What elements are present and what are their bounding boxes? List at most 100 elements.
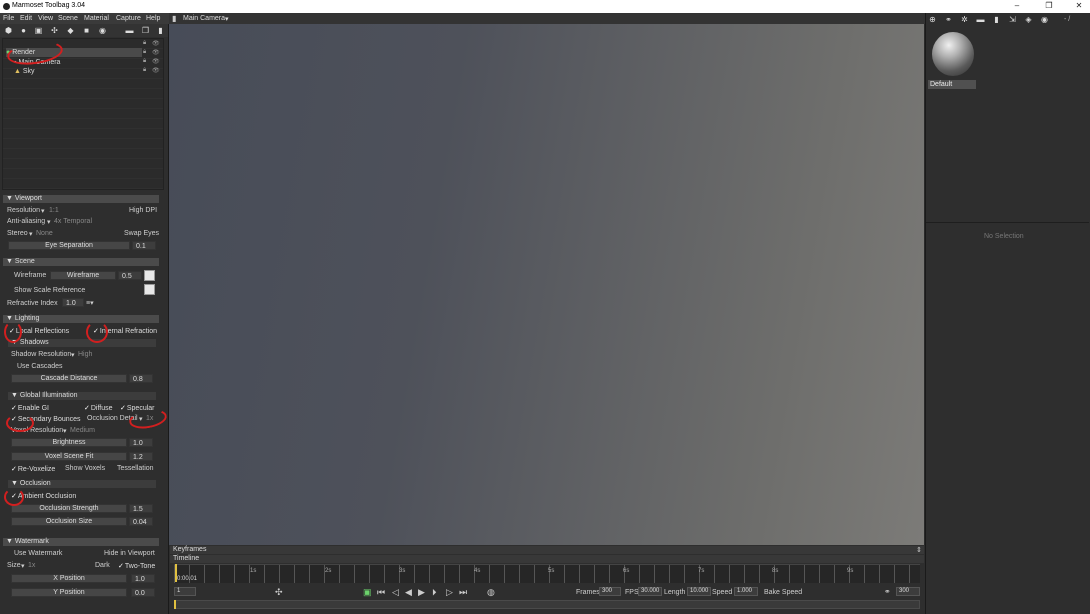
y-position-value[interactable]: 0.0 [131,588,155,597]
play-forward-icon[interactable]: ⏵ [432,587,437,598]
lock-icon[interactable]: 🔒︎ [143,40,146,47]
voxel-resolution-dropdown-icon[interactable]: ▾ [63,427,67,435]
visibility-icon[interactable]: 👁︎ [152,49,160,56]
subsection-shadows[interactable]: ▼ Shadows [8,339,156,347]
voxel-scene-fit-value[interactable]: 1.2 [129,452,153,461]
frame-field[interactable]: 1 [174,587,196,596]
trash-icon[interactable]: ▮ [156,26,165,35]
visibility-icon[interactable]: 👁︎ [152,40,160,47]
section-lighting[interactable]: ▼ Lighting [3,315,159,323]
menu-help[interactable]: Help [146,15,160,22]
x-position-slider[interactable]: X Position [11,574,127,583]
play-icon[interactable]: ▶ [418,587,425,598]
brightness-value[interactable]: 1.0 [129,438,153,447]
add-object-icon[interactable]: ⬢ [4,26,13,35]
wireframe-color-swatch[interactable] [144,270,155,281]
voxel-scene-fit-slider[interactable]: Voxel Scene Fit [11,452,127,461]
lock-icon[interactable]: 🔒︎ [143,67,146,74]
antialias-value[interactable]: 4x Temporal [54,218,92,225]
menu-edit[interactable]: Edit [20,15,32,22]
dark-checkbox[interactable]: Dark [95,562,110,569]
show-scale-checkbox[interactable]: Show Scale Reference [14,287,85,294]
camera-selector[interactable]: Main Camera [183,15,225,22]
use-cascades-checkbox[interactable]: Use Cascades [17,363,63,370]
merge-material-icon[interactable]: ✲ [960,15,969,24]
3d-viewport[interactable] [169,24,924,545]
section-scene[interactable]: ▼ Scene [3,258,159,266]
fog-icon[interactable]: ■ [82,26,91,35]
minimize-icon[interactable]: – [1010,1,1024,10]
lock-icon[interactable]: 🔒︎ [143,58,146,65]
subsection-global-illumination[interactable]: ▼ Global Illumination [8,392,156,400]
tessellation-checkbox[interactable]: Tessellation [117,465,154,472]
edit-material-icon[interactable]: ◉ [1040,15,1049,24]
skip-end-icon[interactable]: ⏭ [459,587,467,598]
resolution-dropdown-icon[interactable]: ▾ [41,207,45,215]
tree-item-sky[interactable]: ▲ Sky [14,67,142,76]
assign-material-icon[interactable]: ⇲ [1008,15,1017,24]
stereo-dropdown-icon[interactable]: ▾ [29,230,33,238]
diffuse-checkbox[interactable]: ✓Diffuse [84,404,113,412]
camera-menu-icon[interactable]: ▮ [172,14,176,23]
size-dropdown-icon[interactable]: ▾ [21,562,25,570]
add-material-icon[interactable]: ⊕ [928,15,937,24]
skip-start-icon[interactable]: ⏮ [377,587,385,598]
shadow-resolution-value[interactable]: High [78,351,92,358]
occlusion-size-value[interactable]: 0.04 [129,517,153,526]
camera-icon[interactable]: ▣ [34,26,43,35]
wireframe-checkbox[interactable]: Wireframe [14,272,46,279]
trash-icon[interactable]: ▮ [992,15,1001,24]
shadow-catcher-icon[interactable]: ◆ [66,26,75,35]
timeline-bar[interactable]: Timeline [170,555,924,563]
length-field[interactable]: 10.000 [687,587,711,596]
link-icon[interactable]: ⚭ [884,587,891,596]
expand-icon[interactable]: ⇕ [916,546,922,554]
occlusion-size-slider[interactable]: Occlusion Size [11,517,127,526]
antialias-dropdown-icon[interactable]: ▾ [47,218,51,226]
two-tone-checkbox[interactable]: ✓Two-Tone [118,562,155,570]
frames-field[interactable]: 300 [599,587,621,596]
lock-icon[interactable]: 🔒︎ [143,49,146,56]
wireframe-value[interactable]: 0.5 [118,271,142,280]
shadow-resolution-dropdown-icon[interactable]: ▾ [71,351,75,359]
menu-scene[interactable]: Scene [58,15,78,22]
visibility-icon[interactable]: 👁︎ [152,67,160,74]
brightness-slider[interactable]: Brightness [11,438,127,447]
material-name[interactable]: Default [928,80,976,89]
keyframe-settings-icon[interactable]: ✣ [275,587,283,598]
duplicate-icon[interactable]: ❐ [141,26,150,35]
show-voxels-checkbox[interactable]: Show Voxels [65,465,105,472]
folder-icon[interactable]: ▬ [125,26,134,35]
high-dpi-checkbox[interactable]: High DPI [129,207,157,214]
cascade-distance-value[interactable]: 0.8 [129,374,153,383]
section-watermark[interactable]: ▼ Watermark [3,538,159,546]
chevron-down-icon[interactable]: ▾ [225,15,229,23]
size-value[interactable]: 1x [28,562,35,569]
y-position-slider[interactable]: Y Position [11,588,127,597]
timeline-ruler[interactable] [174,564,920,583]
resolution-value[interactable]: 1:1 [49,207,59,214]
section-viewport[interactable]: ▼ Viewport [3,195,159,203]
enable-gi-checkbox[interactable]: ✓Enable GI [11,404,49,412]
menu-file[interactable]: File [3,15,14,22]
material-preview-sphere[interactable] [932,32,974,76]
maximize-icon[interactable]: ❐ [1042,1,1056,10]
refractive-index-value[interactable]: 1.0 [62,298,84,307]
end-frame-field[interactable]: 300 [896,587,920,596]
x-position-value[interactable]: 1.0 [131,574,155,583]
voxel-resolution-value[interactable]: Medium [70,427,95,434]
swap-eyes-checkbox[interactable]: Swap Eyes [124,230,159,237]
refractive-preset-icon[interactable]: ≡▾ [86,299,94,307]
step-back-icon[interactable]: ◁ [392,587,399,598]
close-icon[interactable]: ✕ [1072,1,1086,10]
fps-field[interactable]: 30.000 [638,587,662,596]
occlusion-strength-slider[interactable]: Occlusion Strength [11,504,127,513]
bake-speed-checkbox[interactable]: Bake Speed [764,589,802,596]
menu-material[interactable]: Material [84,15,109,22]
timeline-scrollbar[interactable] [174,600,920,609]
duplicate-material-icon[interactable]: ⚭ [944,15,953,24]
light-icon[interactable]: ● [19,26,28,35]
hide-in-viewport-checkbox[interactable]: Hide in Viewport [104,550,155,557]
sky-icon[interactable]: ◉ [98,26,107,35]
speed-dial-icon[interactable]: ◍ [487,587,495,598]
